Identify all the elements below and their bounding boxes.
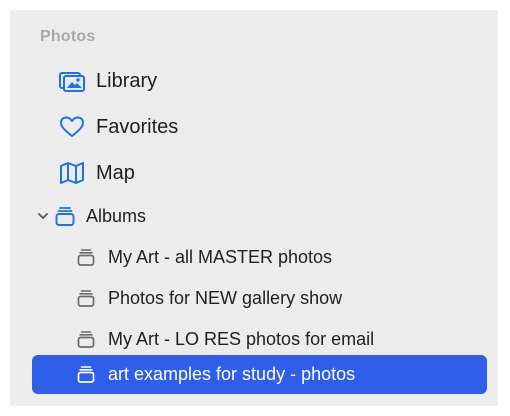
album-label: My Art - LO RES photos for email [108, 328, 375, 349]
album-stack-icon [54, 205, 76, 227]
heart-icon [58, 115, 86, 139]
album-icon [76, 247, 96, 267]
library-icon [58, 69, 86, 93]
sidebar-item-label: Favorites [96, 115, 179, 138]
album-icon [76, 364, 96, 384]
sidebar-item-albums[interactable]: Albums [36, 201, 146, 231]
sidebar-item-label: Albums [86, 205, 147, 226]
sidebar-item-library[interactable]: Library [58, 65, 157, 97]
album-label: Photos for NEW gallery show [108, 287, 343, 308]
album-item[interactable]: Photos for NEW gallery show [76, 283, 342, 313]
album-item-selected[interactable]: art examples for study - photos [76, 359, 355, 389]
album-icon [76, 329, 96, 349]
album-icon [76, 288, 96, 308]
chevron-down-icon[interactable] [36, 209, 50, 223]
sidebar-item-favorites[interactable]: Favorites [58, 111, 178, 143]
album-item[interactable]: My Art - LO RES photos for email [76, 324, 374, 354]
section-header-photos: Photos [40, 28, 96, 45]
sidebar: Photos Library Favorites Map Albums My A… [10, 10, 498, 406]
sidebar-item-map[interactable]: Map [58, 157, 135, 189]
sidebar-item-label: Map [96, 161, 135, 184]
album-item[interactable]: My Art - all MASTER photos [76, 242, 332, 272]
album-label: My Art - all MASTER photos [108, 246, 333, 267]
sidebar-item-label: Library [96, 69, 158, 92]
album-label: art examples for study - photos [108, 363, 356, 384]
map-icon [58, 161, 86, 185]
